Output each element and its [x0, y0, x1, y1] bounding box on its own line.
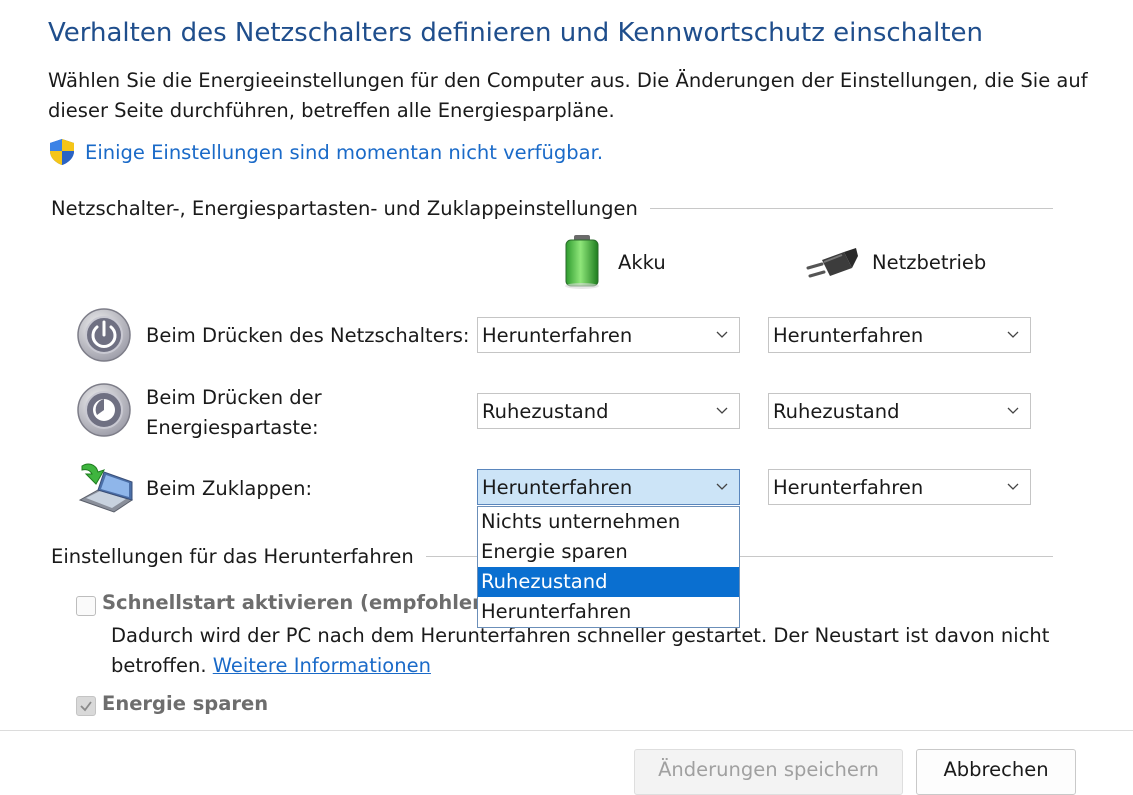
power-button-plugged-select[interactable]: Herunterfahren: [768, 317, 1031, 353]
sleep-button-plugged-select[interactable]: Ruhezustand: [768, 393, 1031, 429]
fast-startup-description: Dadurch wird der PC nach dem Herunterfah…: [111, 621, 1049, 681]
power-plug-icon: [806, 248, 858, 278]
select-value: Ruhezustand: [773, 399, 900, 423]
chevron-down-icon: [716, 331, 728, 338]
dropdown-option-shutdown[interactable]: Herunterfahren: [478, 597, 739, 627]
cancel-button[interactable]: Abbrechen: [916, 749, 1076, 795]
sleep-button-battery-select[interactable]: Ruhezustand: [477, 393, 740, 429]
power-button-icon: [77, 308, 131, 362]
lid-close-plugged-select[interactable]: Herunterfahren: [768, 469, 1031, 505]
more-info-link[interactable]: Weitere Informationen: [213, 654, 431, 677]
dropdown-option-nothing[interactable]: Nichts unternehmen: [478, 507, 739, 537]
power-buttons-section-header: Netzschalter-, Energiespartasten- und Zu…: [51, 194, 1053, 222]
plugged-column-header: Netzbetrieb: [804, 240, 986, 284]
power-button-battery-select[interactable]: Herunterfahren: [477, 317, 740, 353]
section-divider: [649, 207, 1053, 209]
fast-startup-description-prefix: betroffen.: [111, 654, 207, 677]
battery-column-header: Akku: [562, 234, 666, 290]
settings-unavailable-row[interactable]: Einige Einstellungen sind momentan nicht…: [48, 136, 603, 168]
select-value: Herunterfahren: [773, 323, 924, 347]
select-value: Herunterfahren: [773, 475, 924, 499]
sleep-button-label-line2: Energiespartaste:: [146, 416, 319, 439]
plugged-column-label: Netzbetrieb: [872, 250, 987, 274]
chevron-down-icon: [716, 407, 728, 414]
page-title: Verhalten des Netzschalters definieren u…: [48, 18, 983, 48]
laptop-lid-icon: [78, 463, 134, 513]
dropdown-option-hibernate[interactable]: Ruhezustand: [478, 567, 739, 597]
select-value: Herunterfahren: [482, 323, 633, 347]
sleep-button-icon: [77, 383, 131, 437]
checkmark-icon: [80, 701, 92, 712]
settings-unavailable-link[interactable]: Einige Einstellungen sind momentan nicht…: [85, 141, 603, 164]
fast-startup-checkbox[interactable]: [76, 596, 96, 616]
power-buttons-section-title: Netzschalter-, Energiespartasten- und Zu…: [51, 196, 650, 220]
chevron-down-icon: [1007, 407, 1019, 414]
battery-icon: [565, 235, 599, 289]
select-value: Herunterfahren: [482, 475, 633, 499]
chevron-down-icon: [1007, 483, 1019, 490]
sleep-checkbox[interactable]: [76, 696, 96, 716]
select-value: Ruhezustand: [482, 399, 609, 423]
uac-shield-icon: [50, 139, 74, 165]
save-changes-button[interactable]: Änderungen speichern: [634, 749, 903, 795]
sleep-button-label-line1: Beim Drücken der: [146, 386, 322, 409]
dropdown-option-sleep[interactable]: Energie sparen: [478, 537, 739, 567]
battery-column-label: Akku: [618, 250, 666, 274]
sleep-button-label: Beim Drücken der Energiespartaste:: [146, 383, 322, 443]
lid-close-dropdown-list: Nichts unternehmen Energie sparen Ruhezu…: [477, 506, 740, 628]
lid-close-battery-select[interactable]: Herunterfahren: [477, 469, 740, 505]
sleep-checkbox-label: Energie sparen: [102, 692, 269, 715]
chevron-down-icon: [716, 483, 728, 490]
power-button-label: Beim Drücken des Netzschalters:: [146, 324, 470, 347]
lid-close-label: Beim Zuklappen:: [146, 477, 313, 500]
shutdown-section-title: Einstellungen für das Herunterfahren: [51, 544, 426, 568]
page-description: Wählen Sie die Energieeinstellungen für …: [48, 69, 1088, 122]
fast-startup-label: Schnellstart aktivieren (empfohlen): [102, 591, 495, 614]
chevron-down-icon: [1007, 331, 1019, 338]
footer-divider: [0, 730, 1133, 731]
